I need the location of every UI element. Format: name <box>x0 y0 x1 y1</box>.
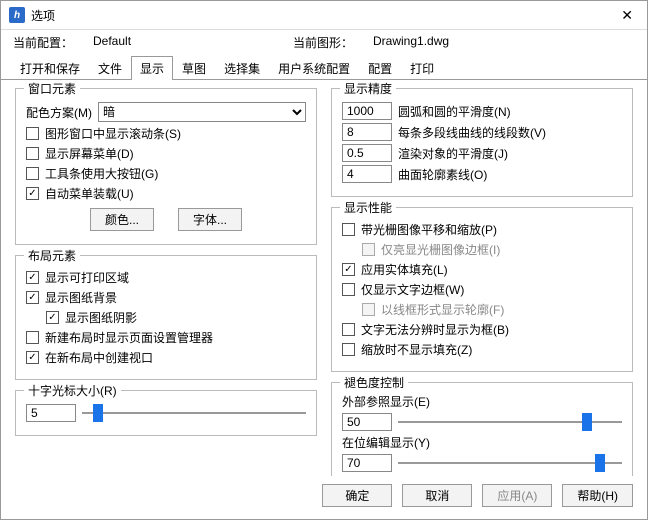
group-window-elements-title: 窗口元素 <box>24 80 80 97</box>
cb-raster-pan-zoom[interactable] <box>342 223 355 236</box>
group-layout-elements-title: 布局元素 <box>24 247 80 264</box>
inplace-fade-label: 在位编辑显示(Y) <box>342 434 622 451</box>
arc-smoothness-label: 圆弧和圆的平滑度(N) <box>398 103 511 120</box>
cb-screen-menu[interactable] <box>26 147 39 160</box>
crosshair-size-slider[interactable] <box>82 404 306 422</box>
cb-text-frame-only-label: 仅显示文字边框(W) <box>361 281 464 298</box>
cb-solid-fill[interactable] <box>342 263 355 276</box>
group-fade-control: 褪色度控制 外部参照显示(E) 在位编辑显示(Y) <box>331 382 633 476</box>
current-drawing-value: Drawing1.dwg <box>373 34 573 51</box>
cb-text-frame-only[interactable] <box>342 283 355 296</box>
cb-page-setup-mgr[interactable] <box>26 331 39 344</box>
surface-contour-label: 曲面轮廓素线(O) <box>398 166 487 183</box>
current-drawing-label: 当前图形： <box>293 34 373 51</box>
cb-large-buttons[interactable] <box>26 167 39 180</box>
inplace-fade-input[interactable] <box>342 454 392 472</box>
group-display-precision: 显示精度 圆弧和圆的平滑度(N) 每条多段线曲线的线段数(V) 渲染对象的平滑度… <box>331 88 633 197</box>
group-display-performance: 显示性能 带光栅图像平移和缩放(P) 仅亮显光栅图像边框(I) 应用实体填充(L… <box>331 207 633 372</box>
window-title: 选项 <box>31 7 55 24</box>
cb-printable-area-label: 显示可打印区域 <box>45 269 129 286</box>
group-display-performance-title: 显示性能 <box>340 199 396 216</box>
cb-raster-frame-only <box>362 243 375 256</box>
cb-paper-bg[interactable] <box>26 291 39 304</box>
cb-no-fill-on-zoom[interactable] <box>342 343 355 356</box>
render-smoothness-input[interactable] <box>342 144 392 162</box>
cb-no-fill-on-zoom-label: 缩放时不显示填充(Z) <box>361 341 472 358</box>
cb-large-buttons-label: 工具条使用大按钮(G) <box>45 165 158 182</box>
tab-selection[interactable]: 选择集 <box>215 56 269 80</box>
cb-text-as-box[interactable] <box>342 323 355 336</box>
cancel-button[interactable]: 取消 <box>402 484 472 507</box>
cb-auto-menu-load[interactable] <box>26 187 39 200</box>
cb-create-viewport[interactable] <box>26 351 39 364</box>
current-config-value: Default <box>93 34 293 51</box>
cb-paper-shadow-label: 显示图纸阴影 <box>65 309 137 326</box>
cb-scrollbars-label: 图形窗口中显示滚动条(S) <box>45 125 181 142</box>
xref-fade-slider[interactable] <box>398 413 622 431</box>
polyline-segments-label: 每条多段线曲线的线段数(V) <box>398 124 546 141</box>
group-crosshair-title: 十字光标大小(R) <box>24 382 121 399</box>
cb-wireframe-silhouette-label: 以线框形式显示轮廓(F) <box>381 301 504 318</box>
polyline-segments-input[interactable] <box>342 123 392 141</box>
cb-solid-fill-label: 应用实体填充(L) <box>361 261 448 278</box>
tab-file[interactable]: 文件 <box>89 56 131 80</box>
cb-paper-bg-label: 显示图纸背景 <box>45 289 117 306</box>
colors-button[interactable]: 颜色... <box>90 208 154 231</box>
color-scheme-select[interactable]: 暗 <box>98 102 306 122</box>
titlebar: h 选项 ✕ <box>1 1 647 30</box>
cb-paper-shadow[interactable] <box>46 311 59 324</box>
tab-display[interactable]: 显示 <box>131 56 173 80</box>
render-smoothness-label: 渲染对象的平滑度(J) <box>398 145 508 162</box>
arc-smoothness-input[interactable] <box>342 102 392 120</box>
cb-text-as-box-label: 文字无法分辨时显示为框(B) <box>361 321 509 338</box>
cb-page-setup-mgr-label: 新建布局时显示页面设置管理器 <box>45 329 213 346</box>
group-fade-control-title: 褪色度控制 <box>340 374 408 391</box>
tab-user-system[interactable]: 用户系统配置 <box>269 56 359 80</box>
group-window-elements: 窗口元素 配色方案(M) 暗 图形窗口中显示滚动条(S) 显示屏幕菜单(D) 工… <box>15 88 317 245</box>
apply-button[interactable]: 应用(A) <box>482 484 552 507</box>
cb-raster-pan-zoom-label: 带光栅图像平移和缩放(P) <box>361 221 497 238</box>
cb-auto-menu-load-label: 自动菜单装载(U) <box>45 185 134 202</box>
group-layout-elements: 布局元素 显示可打印区域 显示图纸背景 显示图纸阴影 新建布局时显示页面设置管理… <box>15 255 317 380</box>
cb-screen-menu-label: 显示屏幕菜单(D) <box>45 145 134 162</box>
cb-printable-area[interactable] <box>26 271 39 284</box>
dialog-footer: 确定 取消 应用(A) 帮助(H) <box>1 476 647 519</box>
config-info-row: 当前配置： Default 当前图形： Drawing1.dwg <box>1 30 647 53</box>
app-icon: h <box>9 7 25 23</box>
cb-wireframe-silhouette <box>362 303 375 316</box>
group-display-precision-title: 显示精度 <box>340 80 396 97</box>
inplace-fade-slider[interactable] <box>398 454 622 472</box>
group-crosshair: 十字光标大小(R) <box>15 390 317 436</box>
cb-raster-frame-only-label: 仅亮显光栅图像边框(I) <box>381 241 500 258</box>
cb-scrollbars[interactable] <box>26 127 39 140</box>
fonts-button[interactable]: 字体... <box>178 208 242 231</box>
close-icon[interactable]: ✕ <box>615 7 639 24</box>
help-button[interactable]: 帮助(H) <box>562 484 633 507</box>
tab-sketch[interactable]: 草图 <box>173 56 215 80</box>
color-scheme-label: 配色方案(M) <box>26 104 92 121</box>
xref-fade-label: 外部参照显示(E) <box>342 393 622 410</box>
ok-button[interactable]: 确定 <box>322 484 392 507</box>
cb-create-viewport-label: 在新布局中创建视口 <box>45 349 153 366</box>
current-config-label: 当前配置： <box>13 34 93 51</box>
tab-config[interactable]: 配置 <box>359 56 401 80</box>
tab-bar: 打开和保存 文件 显示 草图 选择集 用户系统配置 配置 打印 <box>1 55 647 80</box>
crosshair-size-input[interactable] <box>26 404 76 422</box>
options-dialog: h 选项 ✕ 当前配置： Default 当前图形： Drawing1.dwg … <box>0 0 648 520</box>
tab-open-save[interactable]: 打开和保存 <box>11 56 89 80</box>
xref-fade-input[interactable] <box>342 413 392 431</box>
surface-contour-input[interactable] <box>342 165 392 183</box>
tab-print[interactable]: 打印 <box>401 56 443 80</box>
